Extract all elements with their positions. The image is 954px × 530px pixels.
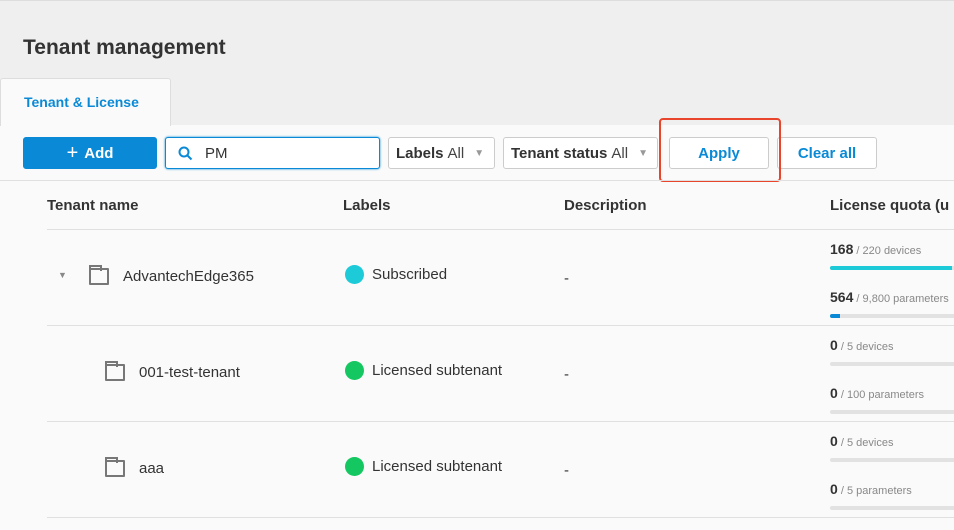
- column-header-name[interactable]: Tenant name: [47, 197, 138, 214]
- highlight-box: [659, 118, 781, 182]
- parameters-quota: 0 / 100 parameters: [830, 385, 925, 401]
- search-input[interactable]: [205, 144, 355, 162]
- clear-all-button[interactable]: Clear all: [777, 137, 877, 169]
- tab-tenant-license[interactable]: Tenant & License: [0, 78, 171, 126]
- divider: [47, 229, 954, 230]
- tenant-name-cell[interactable]: AdvantechEdge365: [89, 265, 254, 285]
- plus-icon: +: [66, 141, 79, 164]
- description-cell: -: [564, 462, 569, 479]
- label-badge: Subscribed: [345, 265, 447, 284]
- column-header-labels[interactable]: Labels: [343, 197, 391, 214]
- page-title: Tenant management: [23, 36, 226, 59]
- divider: [47, 325, 954, 326]
- labels-filter[interactable]: Labels All ▼: [388, 137, 495, 169]
- add-button[interactable]: + Add: [23, 137, 157, 169]
- folder-icon: [89, 265, 109, 285]
- caret-down-icon: ▼: [638, 147, 648, 159]
- description-cell: -: [564, 270, 569, 287]
- devices-quota: 168 / 220 devices: [830, 241, 922, 257]
- column-header-license-quota[interactable]: License quota (u: [830, 197, 949, 214]
- tenant-name-cell[interactable]: aaa: [105, 457, 164, 477]
- description-cell: -: [564, 366, 569, 383]
- search-field[interactable]: [165, 137, 380, 169]
- divider: [47, 421, 954, 422]
- tenant-name-cell[interactable]: 001-test-tenant: [105, 361, 240, 381]
- parameters-quota: 564 / 9,800 parameters: [830, 289, 949, 305]
- devices-progress-bar: [830, 458, 954, 462]
- divider: [47, 517, 954, 518]
- folder-icon: [105, 457, 125, 477]
- parameters-progress-bar: [830, 506, 954, 510]
- devices-progress-bar: [830, 266, 954, 270]
- devices-progress-bar: [830, 362, 954, 366]
- caret-down-icon: ▼: [474, 147, 485, 159]
- tenant-status-filter[interactable]: Tenant status All ▼: [503, 137, 658, 169]
- status-dot-icon: [345, 265, 364, 284]
- expand-caret-icon[interactable]: ▼: [58, 270, 67, 280]
- devices-quota: 0 / 5 devices: [830, 337, 894, 353]
- status-dot-icon: [345, 457, 364, 476]
- folder-icon: [105, 361, 125, 381]
- parameters-progress-bar: [830, 314, 954, 318]
- divider: [0, 180, 954, 181]
- devices-quota: 0 / 5 devices: [830, 433, 894, 449]
- label-badge: Licensed subtenant: [345, 361, 502, 380]
- search-icon: [178, 146, 193, 160]
- parameters-quota: 0 / 5 parameters: [830, 481, 912, 497]
- parameters-progress-bar: [830, 410, 954, 414]
- column-header-description[interactable]: Description: [564, 197, 647, 214]
- status-dot-icon: [345, 361, 364, 380]
- label-badge: Licensed subtenant: [345, 457, 502, 476]
